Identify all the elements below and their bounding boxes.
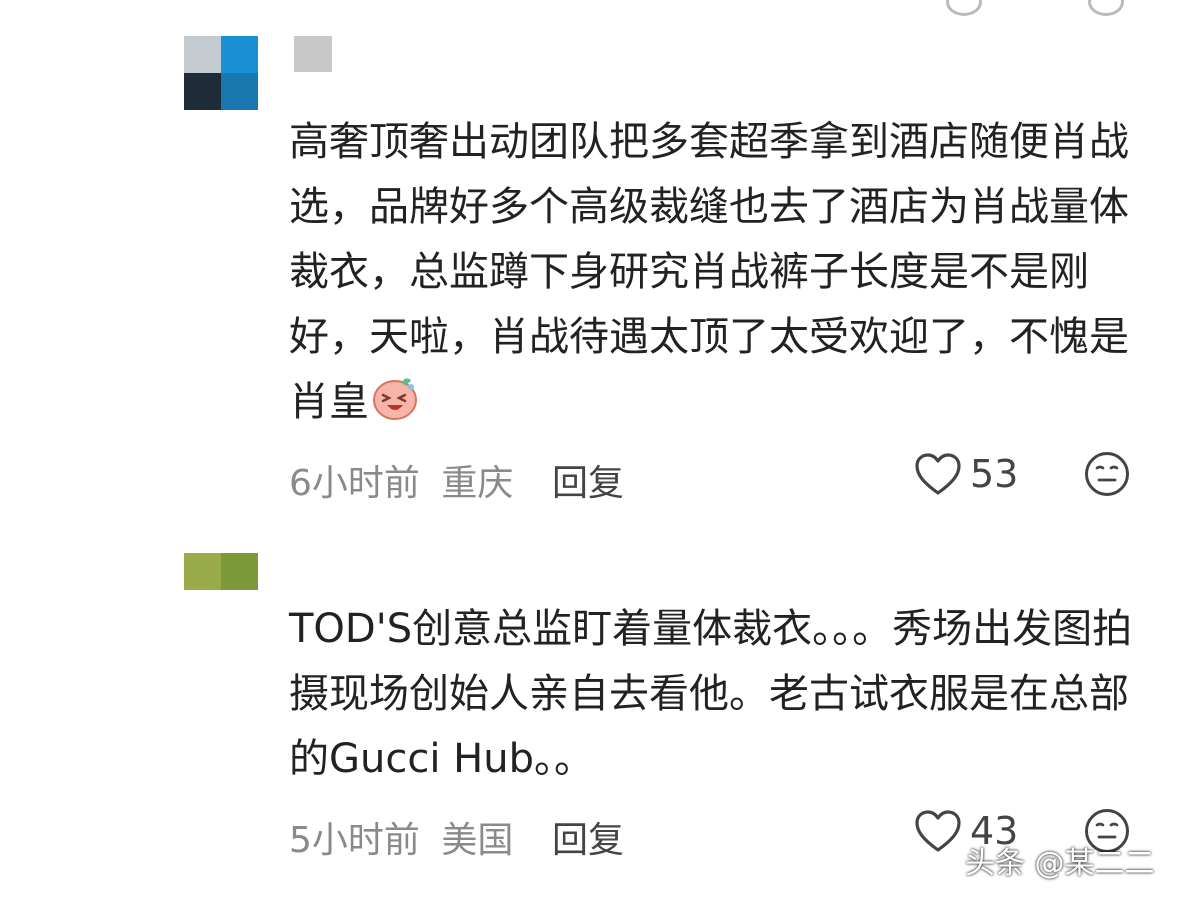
comment-time: 5小时前 (289, 820, 420, 861)
comment-text: TOD'S创意总监盯着量体裁衣。。。秀场出发图拍摄现场创始人亲自去看他。老古试衣… (289, 606, 1133, 782)
avatar[interactable] (184, 553, 258, 590)
comment-time: 6小时前 (289, 463, 420, 504)
avatar[interactable] (184, 36, 258, 110)
comment-location: 美国 (441, 820, 514, 861)
heart-outline-icon (915, 810, 961, 852)
comment-location: 重庆 (441, 463, 514, 504)
comment-text: 高奢顶奢出动团队把多套超季拿到酒店随便肖战选，品牌好多个高级裁缝也去了酒店为肖战… (289, 119, 1129, 425)
username[interactable] (294, 36, 332, 72)
reply-button[interactable]: 回复 (552, 454, 624, 506)
reply-button[interactable]: 回复 (552, 811, 624, 863)
previous-comment-edge (946, 0, 982, 16)
emoji-sticker (373, 378, 417, 420)
heart-outline-icon (915, 453, 961, 495)
comment-meta: 6小时前 重庆 (289, 454, 523, 506)
like-count: 53 (970, 452, 1019, 496)
watermark: 头条 @某二二 (965, 846, 1155, 881)
comment-meta: 5小时前 美国 (289, 811, 523, 863)
previous-comment-edge (1088, 0, 1124, 16)
like-button[interactable]: 53 (914, 452, 1018, 496)
meh-face-icon[interactable] (1084, 451, 1130, 497)
